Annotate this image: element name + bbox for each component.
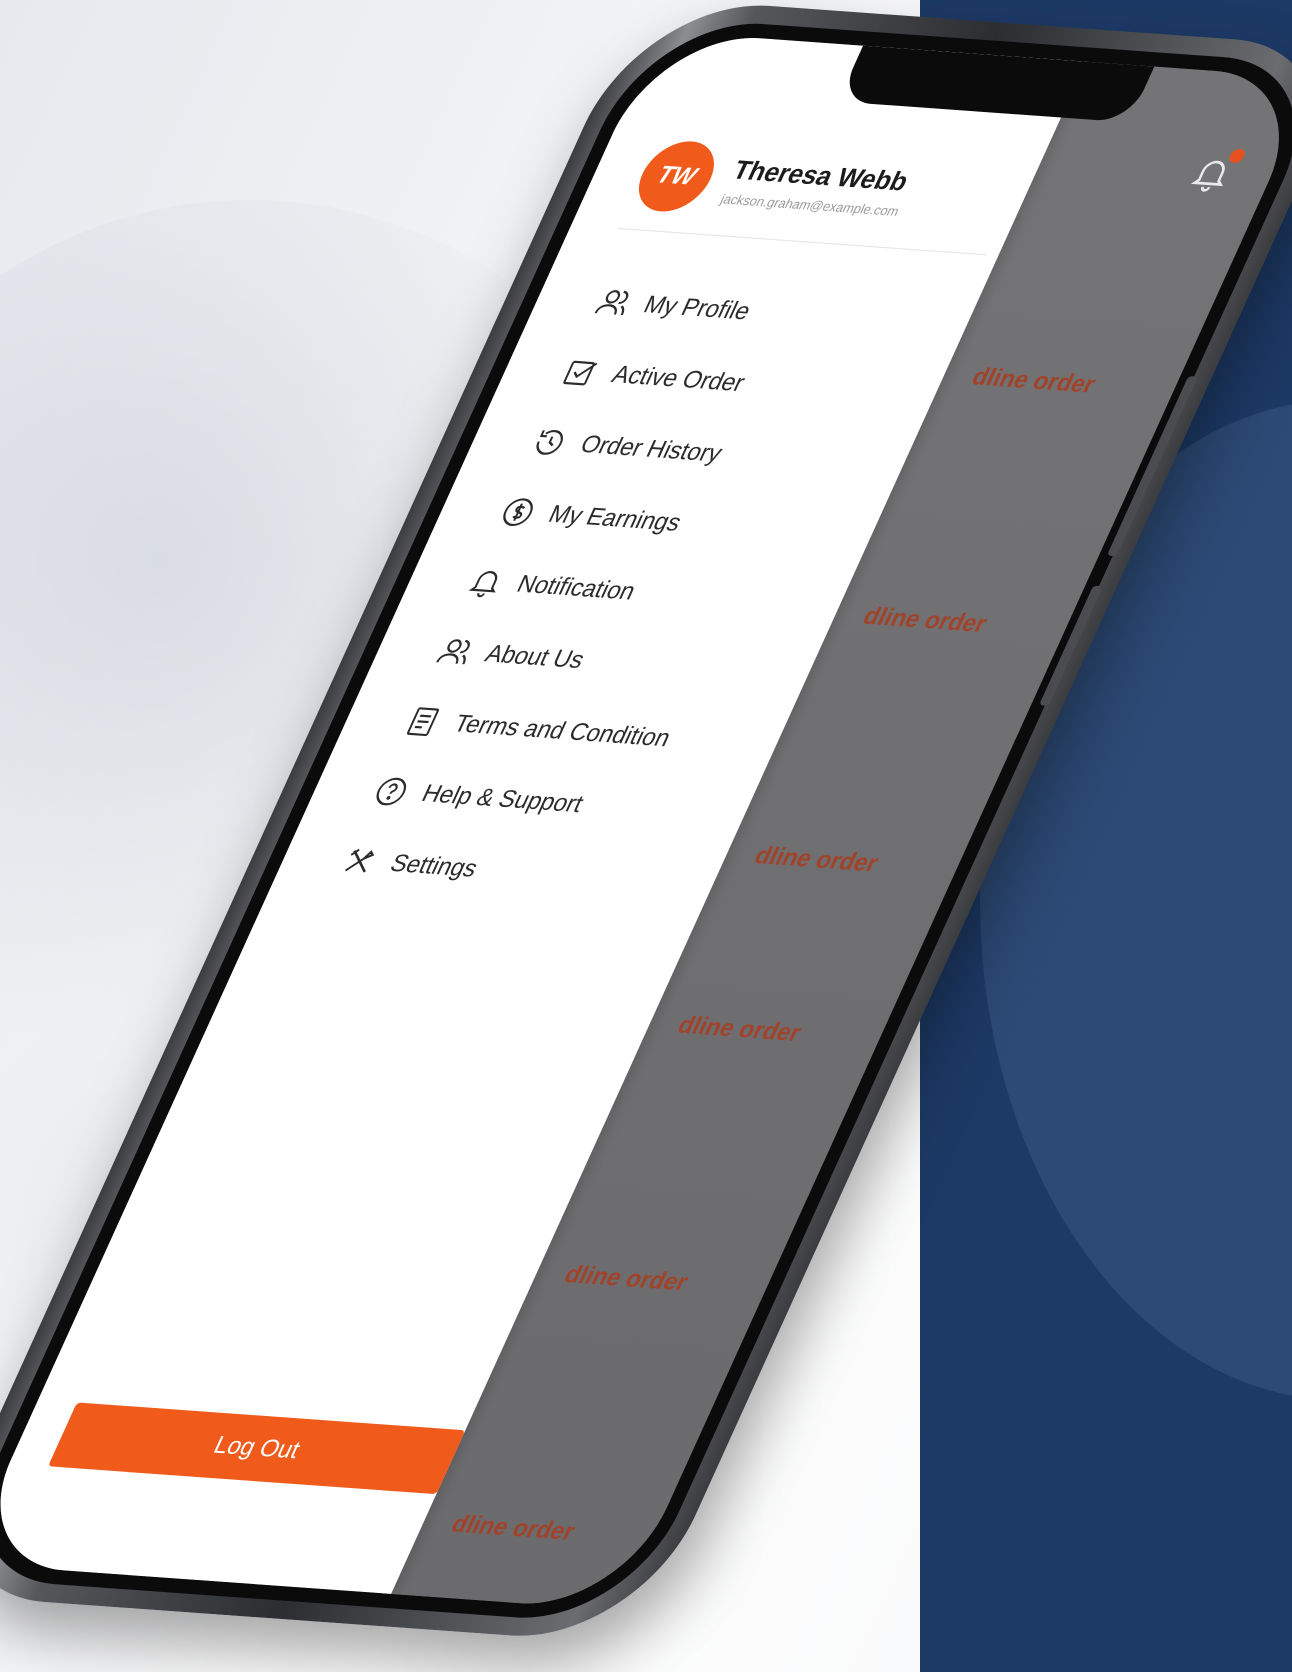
background-order-label: dline order — [858, 602, 992, 639]
bell-icon — [462, 564, 510, 600]
profile-icon — [589, 285, 637, 321]
stage: dline order dline order dline order dlin… — [0, 0, 1292, 1672]
menu-item-label: Active Order — [607, 360, 750, 398]
earnings-icon — [494, 494, 542, 530]
order-history-icon — [526, 424, 574, 460]
help-icon — [367, 773, 415, 809]
menu-item-label: Terms and Condition — [449, 710, 676, 753]
menu-item-label: Order History — [575, 430, 727, 468]
active-order-icon — [557, 354, 605, 390]
background-order-label: dline order — [446, 1510, 580, 1546]
logout-button[interactable]: Log Out — [48, 1402, 466, 1495]
background-order-label: dline order — [560, 1260, 693, 1297]
background-order-label: dline order — [673, 1011, 806, 1048]
menu-item-label: My Profile — [639, 291, 756, 326]
profile-header[interactable]: TW Theresa Webb jackson.graham@example.c… — [617, 134, 1030, 256]
background-order-label: dline order — [750, 841, 883, 878]
about-us-icon — [430, 634, 478, 670]
menu-item-label: Settings — [385, 849, 483, 883]
notification-badge — [1227, 148, 1248, 164]
settings-icon — [335, 843, 383, 879]
menu-item-label: My Earnings — [544, 500, 686, 537]
menu-item-label: About Us — [480, 640, 589, 675]
profile-text: Theresa Webb jackson.graham@example.com — [718, 154, 918, 219]
document-icon — [399, 704, 447, 740]
avatar: TW — [626, 139, 727, 214]
profile-name: Theresa Webb — [728, 154, 914, 197]
menu-item-label: Notification — [512, 570, 641, 606]
background-order-label: dline order — [967, 363, 1101, 399]
menu-item-label: Help & Support — [417, 779, 588, 819]
